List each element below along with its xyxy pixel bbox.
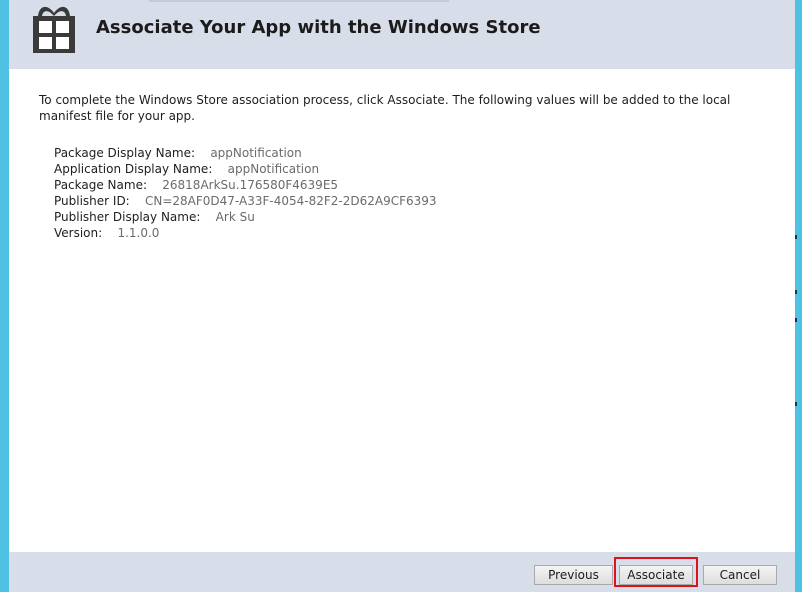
dialog-header: Associate Your App with the Windows Stor… [9,0,795,69]
window-right-border [795,0,802,592]
detail-value: 26818ArkSu.176580F4639E5 [162,178,339,192]
window-left-border [0,0,9,592]
detail-publisher-display-name: Publisher Display Name: Ark Su [54,209,437,225]
border-tick [795,402,797,406]
detail-label: Package Display Name: [54,146,196,160]
detail-package-display-name: Package Display Name: appNotification [54,145,437,161]
detail-package-name: Package Name: 26818ArkSu.176580F4639E5 [54,177,437,193]
windows-store-icon [33,6,75,53]
intro-text: To complete the Windows Store associatio… [39,93,731,123]
detail-version: Version: 1.1.0.0 [54,225,437,241]
cancel-button[interactable]: Cancel [703,565,777,585]
header-edge [149,0,449,2]
detail-value: appNotification [227,162,320,176]
detail-value: appNotification [210,146,302,160]
detail-label: Package Name: [54,178,147,192]
detail-application-display-name: Application Display Name: appNotificatio… [54,161,437,177]
detail-publisher-id: Publisher ID: CN=28AF0D47-A33F-4054-82F2… [54,193,437,209]
detail-value: 1.1.0.0 [117,226,160,240]
border-tick [795,318,797,322]
detail-label: Publisher ID: [54,194,130,208]
previous-button[interactable]: Previous [534,565,613,585]
border-tick [795,290,797,294]
manifest-details: Package Display Name: appNotification Ap… [54,145,437,241]
border-tick [795,235,797,239]
detail-label: Publisher Display Name: [54,210,201,224]
detail-value: CN=28AF0D47-A33F-4054-82F2-2D62A9CF6393 [145,194,437,208]
associate-button[interactable]: Associate [619,565,693,585]
detail-value: Ark Su [215,210,255,224]
detail-label: Version: [54,226,103,240]
dialog-title: Associate Your App with the Windows Stor… [96,17,541,38]
detail-label: Application Display Name: [54,162,213,176]
